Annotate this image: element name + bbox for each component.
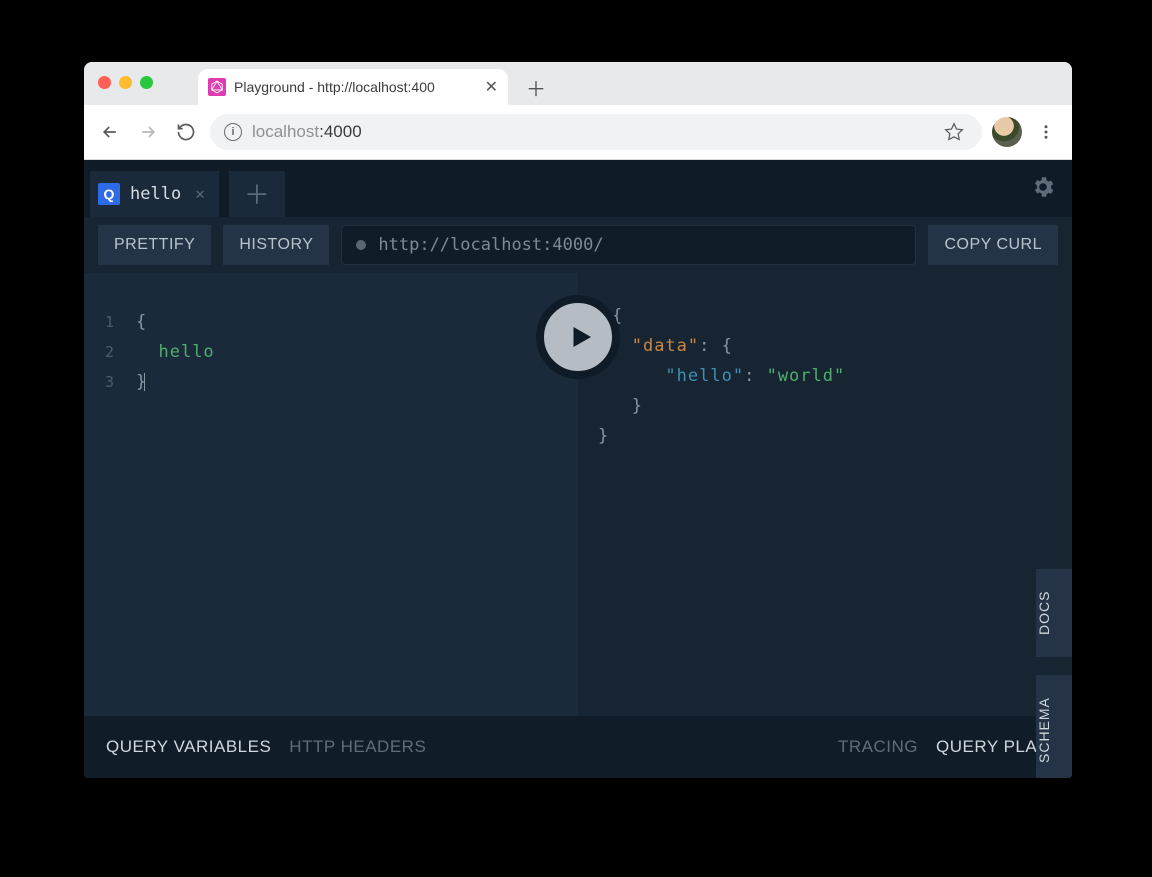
side-panels: DOCS SCHEMA bbox=[1036, 569, 1072, 778]
browser-menu-icon[interactable] bbox=[1032, 123, 1060, 141]
endpoint-input[interactable]: http://localhost:4000/ bbox=[341, 225, 916, 265]
site-info-icon[interactable]: i bbox=[224, 123, 242, 141]
run-query-button[interactable] bbox=[536, 295, 620, 379]
endpoint-url: http://localhost:4000/ bbox=[378, 235, 603, 255]
query-plan-tab[interactable]: QUERY PLAN bbox=[936, 737, 1050, 757]
query-badge-icon: Q bbox=[98, 183, 120, 205]
url-text: localhost:4000 bbox=[252, 122, 362, 142]
result-viewer[interactable]: ▾{ "data": { "hello": "world" } } bbox=[578, 273, 1072, 716]
new-browser-tab-button[interactable]: ＋ bbox=[522, 73, 550, 101]
browser-tab[interactable]: Playground - http://localhost:400 ✕ bbox=[198, 69, 508, 105]
docs-panel-toggle[interactable]: DOCS bbox=[1036, 569, 1072, 657]
bookmark-star-icon[interactable] bbox=[940, 122, 968, 142]
http-headers-tab[interactable]: HTTP HEADERS bbox=[289, 737, 426, 757]
browser-titlebar: Playground - http://localhost:400 ✕ ＋ bbox=[84, 62, 1072, 105]
tracing-tab[interactable]: TRACING bbox=[838, 737, 918, 757]
action-bar: PRETTIFY HISTORY http://localhost:4000/ … bbox=[84, 217, 1072, 273]
prettify-button[interactable]: PRETTIFY bbox=[98, 225, 211, 265]
editor-area: 1 2 3 { hello } ▾{ "data": { "hello": "w… bbox=[84, 273, 1072, 716]
browser-window: Playground - http://localhost:400 ✕ ＋ i … bbox=[84, 62, 1072, 778]
close-tab-icon[interactable]: ✕ bbox=[485, 77, 498, 97]
settings-gear-icon[interactable] bbox=[1030, 174, 1056, 204]
schema-panel-toggle[interactable]: SCHEMA bbox=[1036, 675, 1072, 778]
browser-toolbar: i localhost:4000 bbox=[84, 105, 1072, 160]
close-playground-tab-icon[interactable]: ✕ bbox=[195, 184, 205, 203]
reload-button[interactable] bbox=[172, 118, 200, 146]
back-button[interactable] bbox=[96, 118, 124, 146]
browser-tab-title: Playground - http://localhost:400 bbox=[234, 79, 477, 95]
profile-avatar[interactable] bbox=[992, 117, 1022, 147]
playground-tab-title: hello bbox=[130, 184, 181, 204]
query-code: { hello } bbox=[136, 307, 578, 397]
close-window-button[interactable] bbox=[98, 76, 111, 89]
copy-curl-button[interactable]: COPY CURL bbox=[928, 225, 1058, 265]
maximize-window-button[interactable] bbox=[140, 76, 153, 89]
add-playground-tab-button[interactable]: ＋ bbox=[229, 171, 285, 217]
query-variables-tab[interactable]: QUERY VARIABLES bbox=[106, 737, 271, 757]
graphql-playground: Q hello ✕ ＋ PRETTIFY HISTORY http://loca… bbox=[84, 160, 1072, 778]
line-numbers: 1 2 3 bbox=[84, 307, 126, 397]
playground-footer: QUERY VARIABLES HTTP HEADERS TRACING QUE… bbox=[84, 716, 1072, 778]
playground-tab[interactable]: Q hello ✕ bbox=[90, 171, 219, 217]
history-button[interactable]: HISTORY bbox=[223, 225, 329, 265]
minimize-window-button[interactable] bbox=[119, 76, 132, 89]
forward-button[interactable] bbox=[134, 118, 162, 146]
connection-status-icon bbox=[356, 240, 366, 250]
window-controls bbox=[98, 76, 153, 89]
address-bar[interactable]: i localhost:4000 bbox=[210, 114, 982, 150]
playground-tabs: Q hello ✕ ＋ bbox=[84, 160, 1072, 217]
graphql-favicon-icon bbox=[208, 78, 226, 96]
query-editor[interactable]: 1 2 3 { hello } bbox=[84, 273, 578, 716]
